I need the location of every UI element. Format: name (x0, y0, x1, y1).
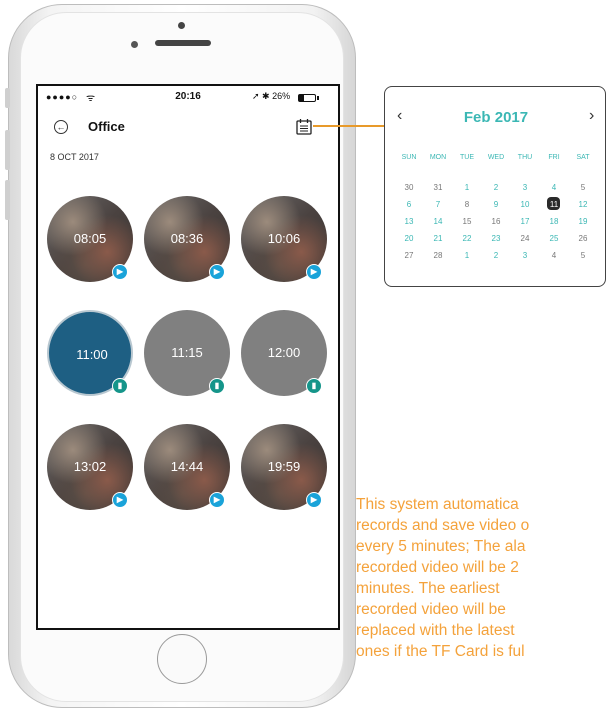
video-badge-icon: ▶ (306, 264, 322, 280)
description-line: records and save video o (356, 517, 530, 534)
calendar-day[interactable]: 5 (568, 183, 598, 192)
calendar-day[interactable]: 21 (423, 234, 453, 243)
video-badge-icon: ▶ (209, 264, 225, 280)
weekday-label: TUE (460, 154, 474, 161)
date-label: 8 OCT 2017 (50, 152, 99, 162)
battery-icon (298, 94, 316, 102)
description-line: recorded video will be 2 (356, 559, 519, 576)
weekday-label: FRI (548, 154, 560, 161)
weekday-label: THU (517, 154, 533, 161)
next-month-button[interactable]: › (589, 107, 594, 125)
calendar-day[interactable]: 14 (423, 217, 453, 226)
photo-badge-icon: ▮ (209, 378, 225, 394)
calendar-day[interactable]: 31 (423, 183, 453, 192)
calendar-day[interactable]: 10 (510, 200, 540, 209)
feature-description: This system automatica records and save … (356, 494, 608, 709)
home-button[interactable] (157, 634, 207, 684)
video-badge-icon: ▶ (209, 492, 225, 508)
photo-badge-icon: ▮ (112, 378, 128, 394)
back-arrow-icon[interactable]: ← (54, 120, 68, 134)
mute-switch (5, 88, 10, 108)
calendar-day[interactable]: 24 (510, 234, 540, 243)
calendar-day[interactable]: 16 (481, 217, 511, 226)
sensor (131, 41, 138, 48)
description-line: minutes. The earliest (356, 580, 500, 597)
page-title: Office (88, 119, 125, 134)
description-line: every 5 minutes; The ala (356, 538, 526, 555)
weekday-label: MON (429, 154, 447, 161)
status-time: 20:16 (175, 91, 201, 102)
calendar-day[interactable]: 20 (394, 234, 424, 243)
calendar-day-selected[interactable]: 11 (539, 200, 569, 209)
description-line: This system automatica (356, 496, 519, 513)
calendar-day[interactable]: 1 (452, 251, 482, 260)
description-line: replaced with the latest (356, 622, 515, 639)
calendar-day[interactable]: 13 (394, 217, 424, 226)
calendar-icon[interactable] (296, 118, 312, 135)
front-camera (178, 22, 185, 29)
calendar-day[interactable]: 3 (510, 251, 540, 260)
phone-screen: ●●●●○ ᯤ 20:16 ➚ ✱ 26% ← Office 8 OCT 201… (36, 84, 340, 630)
description-line: ones if the TF Card is ful (356, 643, 525, 660)
calendar-day[interactable]: 12 (568, 200, 598, 209)
calendar-day[interactable]: 4 (539, 183, 569, 192)
callout-connector (313, 125, 385, 127)
calendar-day[interactable]: 2 (481, 251, 511, 260)
calendar-day[interactable]: 28 (423, 251, 453, 260)
calendar-day[interactable]: 26 (568, 234, 598, 243)
calendar-day[interactable]: 22 (452, 234, 482, 243)
volume-down-button (5, 180, 10, 220)
photo-badge-icon: ▮ (306, 378, 322, 394)
video-badge-icon: ▶ (112, 492, 128, 508)
calendar-day[interactable]: 17 (510, 217, 540, 226)
calendar-day[interactable]: 23 (481, 234, 511, 243)
calendar-day[interactable]: 18 (539, 217, 569, 226)
calendar-day[interactable]: 5 (568, 251, 598, 260)
calendar-day[interactable]: 1 (452, 183, 482, 192)
battery-cap (317, 96, 319, 100)
earpiece-speaker (155, 40, 211, 46)
calendar-day[interactable]: 7 (423, 200, 453, 209)
calendar-day[interactable]: 15 (452, 217, 482, 226)
weekday-label: SUN (401, 154, 417, 161)
weekday-label: WED (487, 154, 505, 161)
calendar-day[interactable]: 9 (481, 200, 511, 209)
weekday-label: SAT (576, 154, 590, 161)
calendar-day[interactable]: 27 (394, 251, 424, 260)
status-bar: ●●●●○ ᯤ 20:16 ➚ ✱ 26% (38, 90, 338, 108)
calendar-popup: ‹ Feb 2017 › SUN MON TUE WED THU FRI SAT… (384, 86, 606, 287)
calendar-day[interactable]: 25 (539, 234, 569, 243)
calendar-day[interactable]: 2 (481, 183, 511, 192)
calendar-day[interactable]: 19 (568, 217, 598, 226)
calendar-day[interactable]: 4 (539, 251, 569, 260)
volume-up-button (5, 130, 10, 170)
calendar-day[interactable]: 30 (394, 183, 424, 192)
calendar-day[interactable]: 8 (452, 200, 482, 209)
calendar-day[interactable]: 3 (510, 183, 540, 192)
description-line: recorded video will be (356, 601, 506, 618)
calendar-day[interactable]: 6 (394, 200, 424, 209)
status-right: ➚ ✱ 26% (252, 91, 291, 101)
calendar-month: Feb 2017 (463, 109, 529, 126)
video-badge-icon: ▶ (306, 492, 322, 508)
video-badge-icon: ▶ (112, 264, 128, 280)
